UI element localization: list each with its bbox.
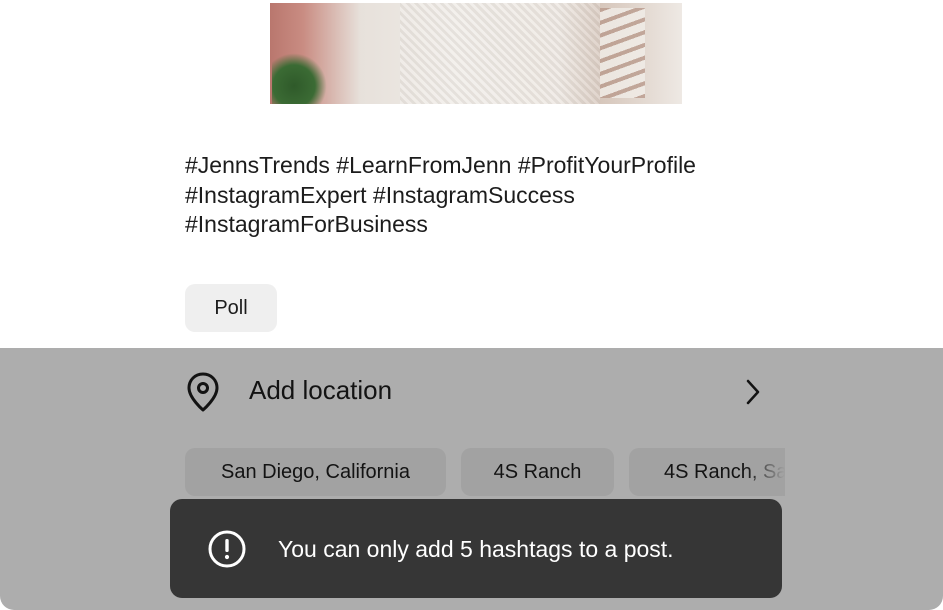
post-image (270, 3, 682, 104)
post-editor-screen: #JennsTrends #LearnFromJenn #ProfitYourP… (0, 0, 943, 610)
exclamation-circle-icon (208, 530, 246, 568)
caption-hashtags[interactable]: #JennsTrends #LearnFromJenn #ProfitYourP… (185, 151, 785, 240)
hashtag-line: #JennsTrends #LearnFromJenn #ProfitYourP… (185, 152, 696, 178)
hashtag-limit-toast: You can only add 5 hashtags to a post. (170, 499, 782, 598)
toast-message: You can only add 5 hashtags to a post. (278, 536, 674, 562)
hashtag-line: #InstagramExpert #InstagramSuccess (185, 181, 575, 208)
poll-button[interactable]: Poll (185, 284, 277, 332)
hashtag-line: #InstagramForBusiness (185, 211, 428, 237)
